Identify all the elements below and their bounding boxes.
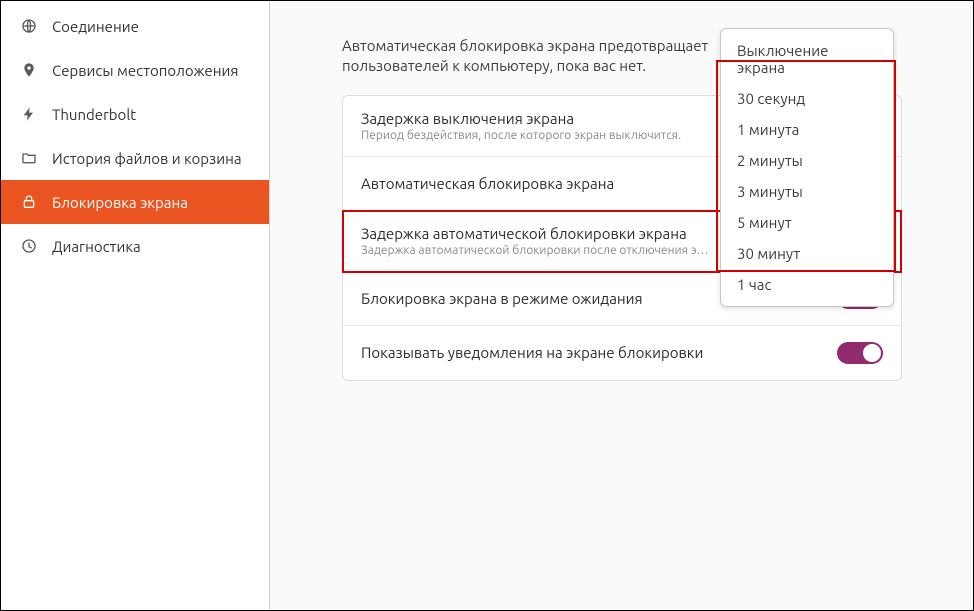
sidebar: Соединение Сервисы местоположения Thunde… (0, 0, 270, 611)
row-show-notifications[interactable]: Показывать уведомления на экране блокиро… (343, 326, 901, 380)
dropdown-item[interactable]: 3 минуты (721, 176, 893, 207)
folder-icon (20, 149, 38, 167)
sidebar-item-label: Блокировка экрана (52, 194, 188, 211)
thunderbolt-icon (20, 105, 38, 123)
intro-line2: пользователей к компьютеру, пока вас нет… (342, 57, 646, 74)
sidebar-item-label: История файлов и корзина (52, 150, 242, 167)
lock-icon (20, 193, 38, 211)
sidebar-item-label: Соединение (52, 18, 139, 35)
dropdown-item[interactable]: 30 секунд (721, 83, 893, 114)
dropdown-item[interactable]: 30 минут (721, 238, 893, 269)
dropdown-item[interactable]: 5 минут (721, 207, 893, 238)
dropdown-item[interactable]: 1 минута (721, 114, 893, 145)
globe-icon (20, 17, 38, 35)
dropdown-item[interactable]: 2 минуты (721, 145, 893, 176)
intro-line1: Автоматическая блокировка экрана предотв… (342, 37, 708, 54)
dropdown-item[interactable]: Выключение экрана (721, 35, 893, 83)
sidebar-item-connection[interactable]: Соединение (0, 4, 269, 48)
sidebar-item-diagnostics[interactable]: Диагностика (0, 224, 269, 268)
sidebar-item-thunderbolt[interactable]: Thunderbolt (0, 92, 269, 136)
row-title: Показывать уведомления на экране блокиро… (361, 344, 825, 361)
sidebar-item-location[interactable]: Сервисы местоположения (0, 48, 269, 92)
location-icon (20, 61, 38, 79)
sidebar-item-file-history[interactable]: История файлов и корзина (0, 136, 269, 180)
delay-dropdown-menu: Выключение экрана 30 секунд 1 минута 2 м… (720, 28, 894, 307)
sidebar-item-label: Сервисы местоположения (52, 62, 238, 79)
diagnostics-icon (20, 237, 38, 255)
sidebar-item-screen-lock[interactable]: Блокировка экрана (0, 180, 269, 224)
sidebar-item-label: Диагностика (52, 238, 141, 255)
dropdown-item[interactable]: 1 час (721, 269, 893, 300)
sidebar-item-label: Thunderbolt (52, 106, 136, 123)
toggle-switch[interactable] (837, 342, 883, 364)
